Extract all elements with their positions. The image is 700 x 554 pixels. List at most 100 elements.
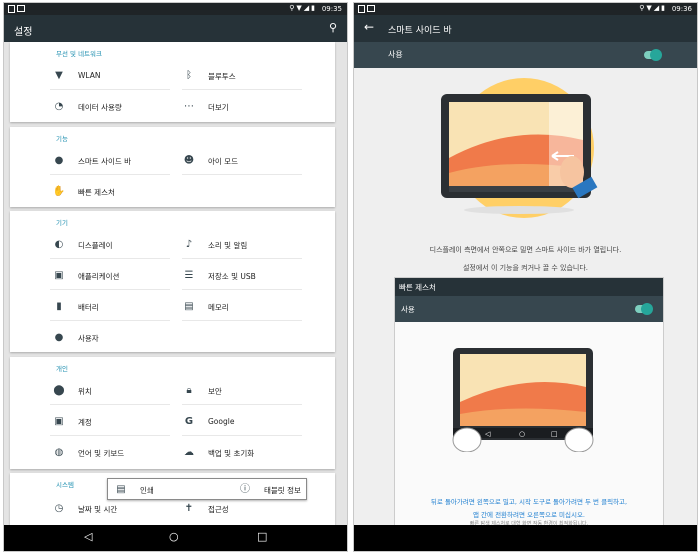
back-arrow-icon[interactable]: ← — [364, 20, 374, 34]
search-icon[interactable]: ⚲ — [329, 21, 337, 34]
kids-mode-icon: ☻ — [183, 155, 195, 166]
divider — [50, 174, 170, 175]
back-icon[interactable]: ◁ — [84, 530, 92, 543]
display-icon: ◐ — [54, 239, 64, 250]
gesture-use-row[interactable]: 사용 — [395, 296, 663, 322]
backup-icon: ☁ — [184, 447, 194, 458]
settings-item-google[interactable]: G Google — [182, 413, 302, 433]
settings-item-backup[interactable]: ☁ 백업 및 초기화 — [182, 444, 302, 464]
settings-item-users[interactable]: ● 사용자 — [52, 329, 172, 349]
divider — [50, 435, 170, 436]
gesture-desc-line-2: 앱 간에 전환하려면 오른쪽으로 미십시오. — [473, 511, 585, 519]
wifi-icon: ▼ — [55, 70, 63, 81]
description-line-2: 설정에서 이 기능을 켜거나 끌 수 있습니다. — [462, 264, 589, 272]
settings-item-storage[interactable]: ☰ 저장소 및 USB — [182, 267, 302, 287]
settings-item-smart-sidebar[interactable]: ● 스마트 사이드 바 — [52, 152, 172, 172]
settings-item-display[interactable]: ◐ 디스플레이 — [52, 236, 172, 256]
status-time: 09:35 — [321, 5, 342, 13]
status-time: 09:36 — [671, 5, 692, 13]
navigation-bar — [354, 525, 697, 551]
settings-item-accessibility[interactable]: ✝ 접근성 — [182, 500, 302, 520]
status-bar: ⚲▼◢▮ 09:36 — [354, 3, 697, 15]
google-icon: G — [184, 416, 194, 427]
use-label: 사용 — [388, 50, 403, 59]
divider — [182, 174, 302, 175]
settings-item-location[interactable]: ⬤ 위치 — [52, 382, 172, 402]
bluetooth-icon: ᛒ — [186, 70, 192, 81]
screenshot-icon — [367, 5, 375, 12]
data-usage-icon: ◔ — [54, 101, 64, 112]
sidebar-illustration — [441, 78, 598, 218]
section-title: 기능 — [56, 135, 68, 143]
divider — [182, 289, 302, 290]
home-icon[interactable]: ○ — [169, 530, 179, 543]
section-title: 무선 및 네트워크 — [56, 50, 102, 58]
section-title: 기기 — [56, 219, 68, 227]
section-features: 기능 ● 스마트 사이드 바 ☻ 아이 모드 ✋ 빠른 제스처 — [10, 127, 335, 207]
user-icon: ● — [54, 332, 64, 343]
section-title: 개인 — [56, 365, 68, 373]
bell-icon: ♪ — [185, 239, 193, 250]
page-title: 스마트 사이드 바 — [388, 26, 452, 36]
recents-icon[interactable]: □ — [257, 530, 267, 543]
sim-icon — [358, 5, 365, 13]
section-device: 기기 ◐ 디스플레이 ♪ 소리 및 알림 ▣ 애플리케이션 ☰ 저장소 및 US… — [10, 211, 335, 352]
settings-item-more[interactable]: ⋯ 더보기 — [182, 98, 302, 118]
settings-item-apps[interactable]: ▣ 애플리케이션 — [52, 267, 172, 287]
clock-icon: ◷ — [54, 503, 64, 514]
screenshot-icon — [17, 5, 25, 12]
battery-icon: ▮ — [56, 301, 62, 312]
gesture-header: 빠른 제스처 — [395, 278, 663, 296]
divider — [50, 258, 170, 259]
divider — [50, 89, 170, 90]
memory-icon: ▤ — [184, 301, 194, 312]
sim-icon — [8, 5, 15, 13]
globe-icon: ◍ — [54, 447, 64, 458]
info-icon: ⓘ — [240, 484, 250, 495]
divider — [50, 289, 170, 290]
settings-item-data-usage[interactable]: ◔ 데이터 사용량 — [52, 98, 172, 118]
settings-item-bluetooth[interactable]: ᛒ 블루투스 — [182, 67, 302, 87]
smart-sidebar-icon: ● — [54, 155, 64, 166]
signal-icons: ⚲▼◢▮ — [289, 4, 317, 12]
accessibility-icon: ✝ — [184, 503, 194, 514]
settings-item-sound[interactable]: ♪ 소리 및 알림 — [182, 236, 302, 256]
divider — [182, 89, 302, 90]
settings-item-battery[interactable]: ▮ 배터리 — [52, 298, 172, 318]
settings-item-security[interactable]: 🔒︎ 보안 — [182, 382, 302, 402]
svg-text:□: □ — [551, 430, 558, 438]
divider — [182, 258, 302, 259]
storage-icon: ☰ — [184, 270, 194, 281]
more-icon: ⋯ — [184, 101, 194, 112]
page-title: 설정 — [14, 27, 33, 38]
gesture-toggle-switch[interactable] — [635, 303, 653, 315]
divider — [182, 404, 302, 405]
section-title: 시스템 — [56, 481, 74, 489]
section-personal: 개인 ⬤ 위치 🔒︎ 보안 ▣ 계정 G Google ◍ 언어 및 키보드 ☁… — [10, 357, 335, 469]
settings-item-print[interactable]: ▤ 인쇄 — [114, 481, 204, 501]
settings-item-tablet-info[interactable]: ⓘ 태블릿 정보 — [238, 481, 328, 501]
settings-list: 무선 및 네트워크 ▼ WLAN ᛒ 블루투스 ◔ 데이터 사용량 ⋯ 더보기 … — [4, 42, 347, 527]
gesture-desc-line-1: 뒤로 돌아가려면 왼쪽으로 밀고, 시작 도구로 돌아가려면 두 번 클릭하고, — [430, 498, 628, 506]
settings-item-language[interactable]: ◍ 언어 및 키보드 — [52, 444, 172, 464]
right-screen: ⚲▼◢▮ 09:36 ← 스마트 사이드 바 사용 디스플레이 측면에서 안쪽으… — [353, 2, 698, 552]
use-toggle-row[interactable]: 사용 — [354, 42, 697, 68]
settings-item-date-time[interactable]: ◷ 날짜 및 시간 — [52, 500, 172, 520]
smart-sidebar-content: 사용 디스플레이 측면에서 안쪽으로 밀면 스마트 사이드 바가 열립니다. 설… — [354, 42, 697, 529]
description-line-1: 디스플레이 측면에서 안쪽으로 밀면 스마트 사이드 바가 열립니다. — [429, 246, 622, 254]
divider — [182, 435, 302, 436]
app-bar: ← 스마트 사이드 바 — [354, 15, 697, 42]
settings-item-kids-mode[interactable]: ☻ 아이 모드 — [182, 152, 302, 172]
gesture-icon: ✋ — [52, 186, 66, 197]
settings-item-quick-gesture[interactable]: ✋ 빠른 제스처 — [52, 183, 172, 203]
lock-icon: 🔒︎ — [186, 385, 192, 396]
divider — [50, 404, 170, 405]
print-icon: ▤ — [116, 484, 126, 495]
gesture-use-label: 사용 — [401, 305, 415, 314]
svg-text:◁: ◁ — [485, 430, 491, 438]
settings-item-memory[interactable]: ▤ 메모리 — [182, 298, 302, 318]
settings-item-wlan[interactable]: ▼ WLAN — [52, 67, 172, 87]
location-icon: ⬤ — [53, 385, 65, 396]
settings-item-accounts[interactable]: ▣ 계정 — [52, 413, 172, 433]
use-toggle-switch[interactable] — [644, 49, 662, 61]
